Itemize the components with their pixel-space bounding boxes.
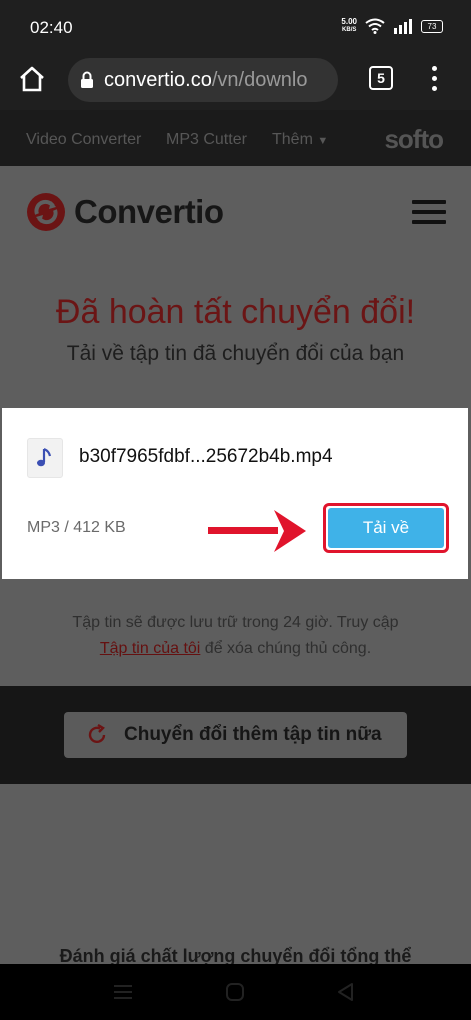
home-icon[interactable] bbox=[17, 64, 47, 94]
file-icon bbox=[27, 438, 63, 478]
nav-link-mp3-cutter[interactable]: MP3 Cutter bbox=[166, 131, 247, 149]
convertio-logo-icon bbox=[27, 193, 65, 231]
url-bar[interactable]: convertio.co/vn/downlo bbox=[68, 58, 338, 102]
url-host: convertio.co bbox=[104, 68, 212, 91]
page-subtitle: Tải về tập tin đã chuyển đổi của bạn bbox=[66, 342, 405, 365]
storage-note: Tập tin sẽ được lưu trữ trong 24 giờ. Tr… bbox=[40, 610, 431, 662]
nav-link-more-label: Thêm bbox=[272, 131, 313, 148]
download-dialog: b30f7965fdbf...25672b4b.mp4 MP3 / 412 KB… bbox=[2, 408, 468, 579]
signal-icon bbox=[394, 19, 412, 34]
wifi-icon bbox=[365, 18, 385, 34]
status-time: 02:40 bbox=[30, 18, 73, 37]
convertio-logo[interactable]: Convertio bbox=[26, 192, 224, 232]
download-button[interactable]: Tải về bbox=[328, 508, 444, 548]
storage-note-text: Tập tin sẽ được lưu trữ trong 24 giờ. Tr… bbox=[72, 614, 399, 631]
network-speed: 5.00 KB/S bbox=[341, 18, 357, 34]
url-path: /vn/downlo bbox=[211, 68, 308, 91]
my-files-link[interactable]: Tập tin của tôi bbox=[100, 640, 201, 657]
tab-count: 5 bbox=[377, 70, 385, 86]
network-speed-value: 5.00 bbox=[341, 17, 357, 26]
site-nav: Video Converter MP3 Cutter Thêm ▼ softo bbox=[0, 110, 471, 166]
back-icon[interactable] bbox=[336, 982, 356, 1002]
page-title: Đã hoàn tất chuyển đổi! bbox=[55, 293, 416, 331]
storage-note-text-end: để xóa chúng thủ công. bbox=[200, 640, 372, 657]
battery-level: 73 bbox=[427, 21, 437, 31]
softo-brand[interactable]: softo bbox=[384, 124, 444, 155]
browser-menu-icon[interactable] bbox=[422, 66, 446, 94]
caret-down-icon: ▼ bbox=[317, 135, 329, 147]
tab-switcher-button[interactable]: 5 bbox=[369, 66, 393, 90]
logo-text: Convertio bbox=[74, 193, 224, 230]
hamburger-menu-icon[interactable] bbox=[412, 200, 446, 230]
home-circle-icon[interactable] bbox=[224, 981, 246, 1003]
file-name: b30f7965fdbf...25672b4b.mp4 bbox=[79, 446, 333, 467]
nav-link-video-converter[interactable]: Video Converter bbox=[26, 131, 141, 149]
nav-link-more[interactable]: Thêm ▼ bbox=[272, 131, 328, 149]
music-note-icon bbox=[37, 447, 52, 467]
lock-icon bbox=[81, 71, 93, 88]
convert-more-label: Chuyển đổi thêm tập tin nữa bbox=[124, 724, 382, 745]
status-icons: 5.00 KB/S 73 bbox=[341, 18, 443, 34]
status-bar: 02:40 5.00 KB/S 73 bbox=[0, 0, 471, 52]
download-label: Tải về bbox=[362, 518, 410, 537]
convert-more-section: Chuyển đổi thêm tập tin nữa bbox=[0, 686, 471, 784]
convert-more-button[interactable]: Chuyển đổi thêm tập tin nữa bbox=[64, 712, 407, 758]
refresh-icon bbox=[88, 724, 106, 744]
recent-apps-icon[interactable] bbox=[112, 982, 134, 1002]
network-speed-unit: KB/S bbox=[342, 27, 357, 33]
battery-icon: 73 bbox=[421, 19, 443, 33]
file-meta: MP3 / 412 KB bbox=[27, 519, 126, 536]
arrow-right-icon bbox=[208, 510, 306, 552]
system-nav-bar bbox=[0, 964, 471, 1020]
browser-toolbar: convertio.co/vn/downlo 5 bbox=[0, 52, 471, 110]
